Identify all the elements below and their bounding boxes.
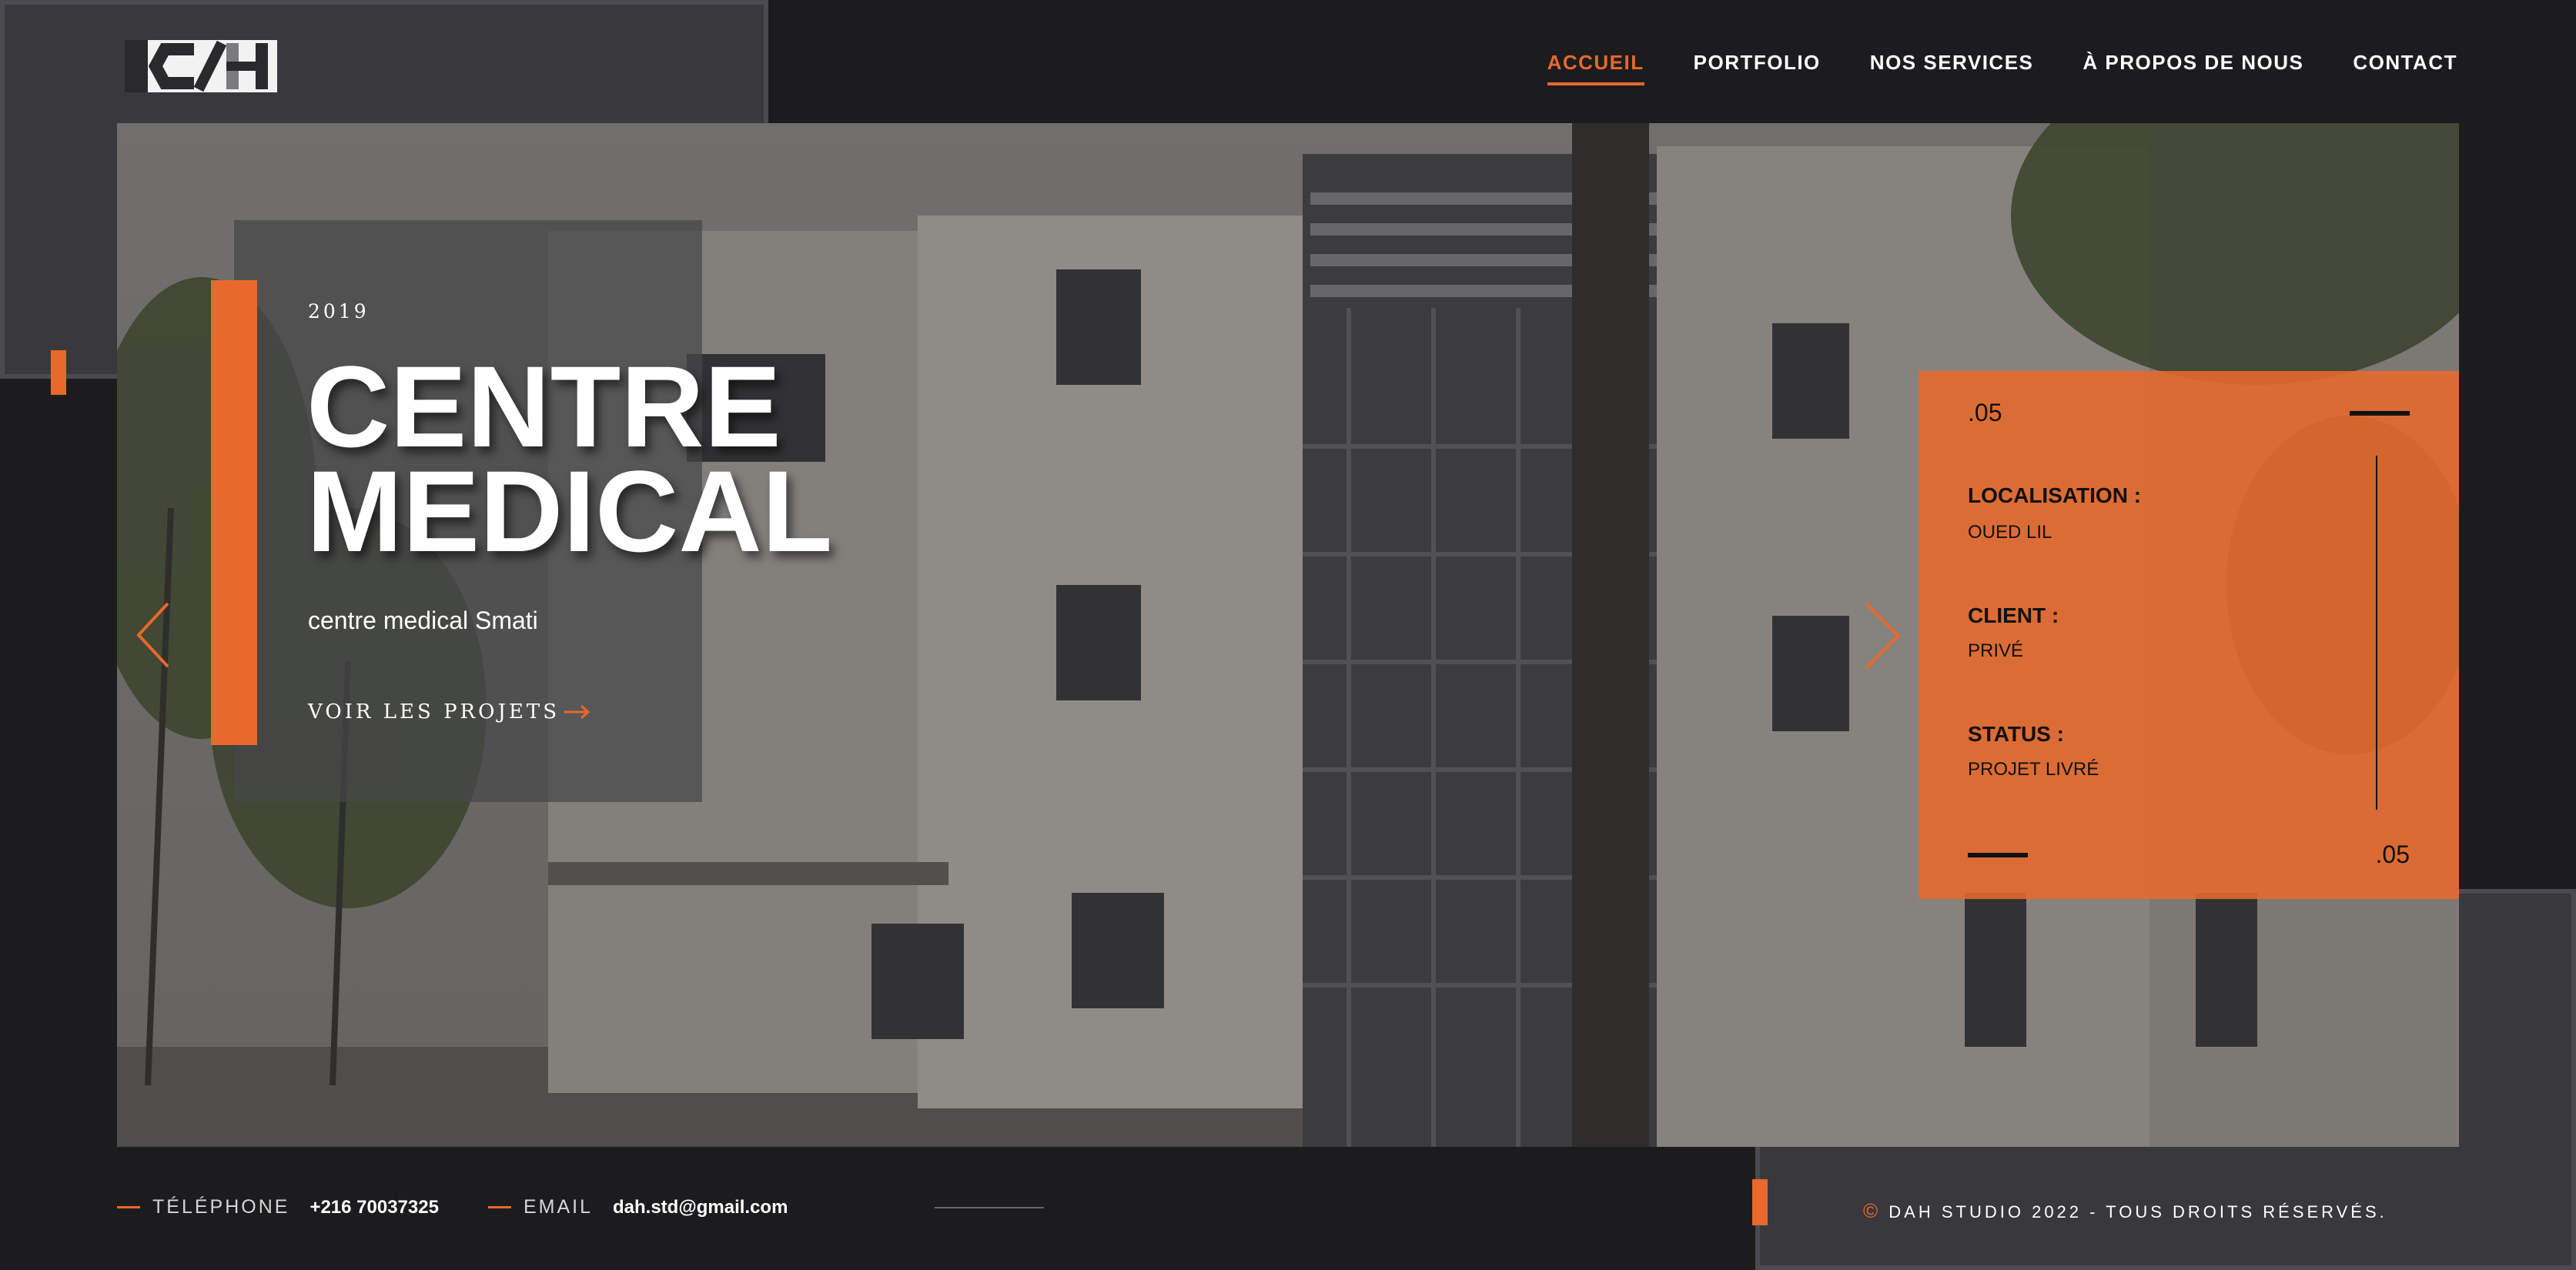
copyright-text: DAH STUDIO 2022 - TOUS DROITS RÉSERVÉS. [1889, 1202, 2387, 1222]
decorative-accent-right [1752, 1179, 1768, 1225]
view-projects-link[interactable]: VOIR LES PROJETS [308, 700, 590, 724]
email-label: EMAIL [523, 1196, 593, 1218]
project-title-line1: CENTRE [306, 342, 781, 471]
copyright: © DAH STUDIO 2022 - TOUS DROITS RÉSERVÉS… [1863, 1199, 2387, 1223]
location-value: OUED LIL [1968, 522, 2052, 543]
copyright-symbol: © [1863, 1199, 1882, 1222]
panel-vertical-line [2376, 456, 2377, 810]
client-value: PRIVÉ [1968, 640, 2024, 661]
project-title-line2: MEDICAL [306, 446, 833, 576]
nav-link-portfolio[interactable]: PORTFOLIO [1694, 51, 1821, 85]
slide-index-top: .05 [1968, 399, 2002, 426]
footer-dash-email [487, 1206, 511, 1208]
panel-dash-bottom [1968, 853, 2028, 857]
slide-index-bottom: .05 [2375, 841, 2410, 868]
footer-dash-phone [117, 1206, 140, 1208]
decorative-accent-left [51, 350, 66, 395]
project-year: 2019 [308, 300, 370, 323]
project-info-panel: .05 LOCALISATION : OUED LIL CLIENT : PRI… [1919, 371, 2459, 899]
project-title: CENTRE MEDICAL [306, 342, 833, 576]
nav-link-accueil[interactable]: ACCUEIL [1547, 51, 1644, 85]
arrow-right-icon [564, 704, 590, 720]
view-projects-label: VOIR LES PROJETS [308, 700, 560, 724]
phone-value[interactable]: +216 70037325 [309, 1197, 439, 1218]
footer-divider [935, 1207, 1044, 1208]
footer-contact: TÉLÉPHONE +216 70037325 EMAIL dah.std@gm… [117, 1196, 837, 1218]
main-navigation: ACCUEIL PORTFOLIO NOS SERVICES À PROPOS … [1498, 51, 2457, 85]
status-label: STATUS : [1968, 722, 2064, 746]
nav-link-services[interactable]: NOS SERVICES [1870, 51, 2034, 85]
location-label: LOCALISATION : [1968, 483, 2142, 507]
accent-bar [211, 280, 257, 745]
project-subtitle: centre medical Smati [308, 607, 538, 634]
nav-link-about[interactable]: À PROPOS DE NOUS [2083, 51, 2303, 85]
email-value[interactable]: dah.std@gmail.com [613, 1197, 788, 1218]
studio-logo[interactable] [125, 35, 280, 97]
slider-next-arrow-icon[interactable] [1862, 600, 1903, 671]
panel-dash-top [2350, 411, 2410, 416]
client-label: CLIENT : [1968, 603, 2059, 627]
logo-mark-icon [125, 40, 277, 92]
phone-label: TÉLÉPHONE [152, 1196, 290, 1218]
status-value: PROJET LIVRÉ [1968, 759, 2099, 780]
slider-prev-arrow-icon[interactable] [134, 600, 172, 670]
nav-link-contact[interactable]: CONTACT [2353, 51, 2457, 85]
